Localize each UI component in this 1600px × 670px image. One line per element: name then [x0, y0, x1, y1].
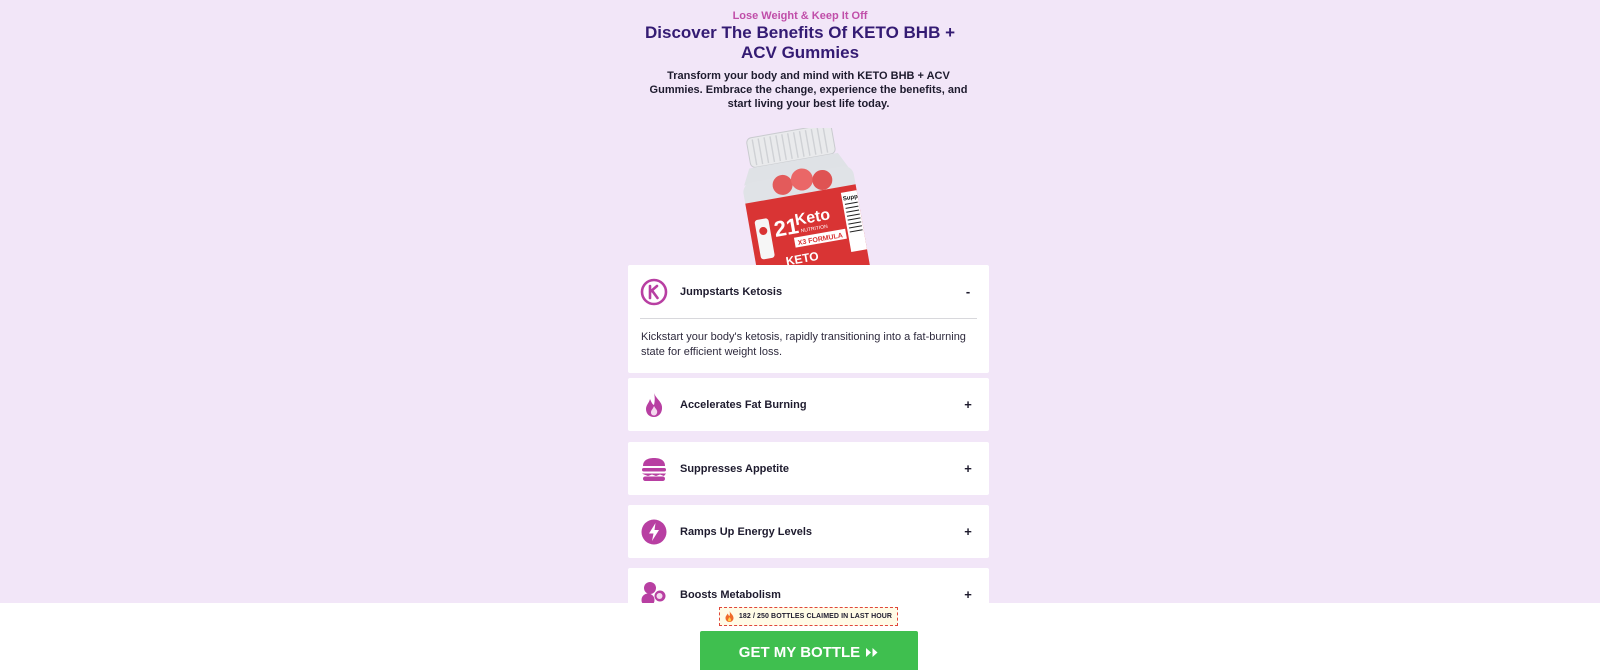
benefit-accordion-jumpstarts-ketosis: Jumpstarts Ketosis - Kickstart your body… [628, 265, 989, 373]
bottles-claimed-text: 182 / 250 BOTTLES CLAIMED IN LAST HOUR [738, 613, 893, 620]
eyebrow-text: Lose Weight & Keep It Off [732, 10, 868, 22]
expand-toggle[interactable]: + [961, 587, 975, 602]
lightning-icon [640, 518, 668, 546]
accordion-title: Accelerates Fat Burning [680, 398, 807, 411]
benefit-accordion-accelerates-fat-burning: Accelerates Fat Burning + [628, 378, 989, 431]
accordion-title: Boosts Metabolism [680, 588, 781, 601]
accordion-header[interactable]: Suppresses Appetite + [628, 442, 989, 495]
benefit-accordion-suppresses-appetite: Suppresses Appetite + [628, 442, 989, 495]
benefit-accordion-ramps-up-energy: Ramps Up Energy Levels + [628, 505, 989, 558]
cta-label: GET MY BOTTLE [738, 643, 861, 661]
page-headline: Discover The Benefits Of KETO BHB + ACV … [644, 23, 955, 62]
sticky-cta-bar: 182 / 250 BOTTLES CLAIMED IN LAST HOUR G… [0, 603, 1600, 670]
accordion-header[interactable]: Ramps Up Energy Levels + [628, 505, 989, 558]
accordion-header[interactable]: Accelerates Fat Burning + [628, 378, 989, 431]
flame-icon [640, 391, 668, 419]
hero-subtext: Transform your body and mind with KETO B… [649, 70, 968, 110]
product-image: 21 Keto NUTRITION X3 FORMULA KETO Supp [726, 128, 876, 266]
double-play-arrow-icon [865, 647, 879, 658]
fire-icon [725, 611, 734, 622]
accordion-title: Ramps Up Energy Levels [680, 525, 813, 538]
accordion-title: Jumpstarts Ketosis [680, 285, 783, 298]
collapse-toggle[interactable]: - [961, 284, 975, 299]
expand-toggle[interactable]: + [961, 524, 975, 539]
expand-toggle[interactable]: + [961, 461, 975, 476]
bottles-claimed-badge: 182 / 250 BOTTLES CLAIMED IN LAST HOUR [719, 607, 898, 626]
expand-toggle[interactable]: + [961, 397, 975, 412]
accordion-title: Suppresses Appetite [680, 462, 790, 475]
get-my-bottle-button[interactable]: GET MY BOTTLE [700, 631, 918, 670]
accordion-header[interactable]: Jumpstarts Ketosis - [628, 265, 989, 318]
accordion-body: Kickstart your body's ketosis, rapidly t… [641, 331, 966, 358]
k-circle-icon [640, 278, 668, 306]
burger-icon [640, 455, 668, 483]
bottle-illustration: 21 Keto NUTRITION X3 FORMULA KETO Supp [743, 128, 873, 266]
